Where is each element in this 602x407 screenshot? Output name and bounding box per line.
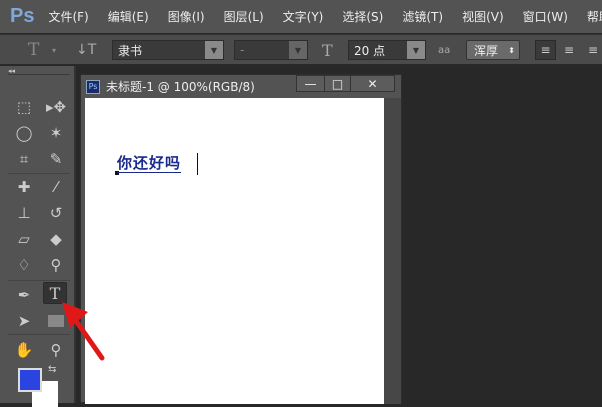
options-bar: T ▾ ↓T 隶书 ▼ - ▼ T 20 点 ▼ aa 浑厚 ⬍ ≡ ≡ ≡ (0, 34, 602, 65)
ps-logo: Ps (10, 5, 35, 27)
hand-tool-icon[interactable]: ✋ (12, 339, 36, 361)
swap-colors-icon[interactable]: ⇆ (48, 364, 56, 375)
text-caret (197, 153, 198, 175)
align-right-button[interactable]: ≡ (584, 40, 602, 60)
menu-bar: Ps 文件(F) 编辑(E) 图像(I) 图层(L) 文字(Y) 选择(S) 滤… (0, 0, 602, 33)
menu-file[interactable]: 文件(F) (48, 8, 88, 25)
ps-doc-icon: Ps (86, 79, 100, 94)
path-selection-icon[interactable]: ➤ (12, 310, 36, 332)
lasso-tool-icon[interactable]: ◯ (12, 122, 36, 144)
text-layer[interactable]: 你还好吗 (117, 155, 182, 173)
menu-view[interactable]: 视图(V) (462, 8, 504, 25)
paint-bucket-icon[interactable]: ◆ (44, 228, 68, 250)
font-size-value: 20 点 (354, 43, 386, 58)
chevron-down-icon[interactable]: ▾ (52, 40, 56, 60)
brush-tool-icon[interactable]: ⁄ (44, 176, 68, 198)
updown-icon: ⬍ (508, 45, 515, 55)
font-size-select[interactable]: 20 点 ▼ (348, 40, 426, 60)
font-family-select[interactable]: 隶书 ▼ (112, 40, 224, 60)
antialias-value: 浑厚 (474, 43, 499, 58)
menu-select[interactable]: 选择(S) (342, 8, 383, 25)
clone-stamp-icon[interactable]: ⊥ (12, 202, 36, 224)
chevron-down-icon: ▼ (407, 41, 425, 59)
document-window: Ps 未标题-1 @ 100%(RGB/8) — □ ✕ 你还好吗 (80, 74, 402, 404)
vertical-scrollbar[interactable] (384, 98, 401, 404)
canvas[interactable]: 你还好吗 (85, 98, 384, 404)
menu-window[interactable]: 窗口(W) (523, 8, 568, 25)
font-style-value: - (240, 43, 245, 57)
document-title: 未标题-1 @ 100%(RGB/8) (106, 80, 255, 94)
menu-type[interactable]: 文字(Y) (283, 8, 324, 25)
text-orientation-icon[interactable]: ↓T (76, 40, 96, 60)
menu-image[interactable]: 图像(I) (168, 8, 205, 25)
menu-layer[interactable]: 图层(L) (224, 8, 264, 25)
blur-tool-icon[interactable]: ♢ (12, 254, 36, 276)
eyedropper-icon[interactable]: ✎ (44, 148, 68, 170)
red-arrow-annotation (62, 302, 105, 361)
foreground-color-swatch[interactable] (18, 368, 42, 392)
marquee-tool-icon[interactable]: ⬚ (12, 96, 36, 118)
menu-filter[interactable]: 滤镜(T) (402, 8, 443, 25)
maximize-button[interactable]: □ (324, 75, 351, 92)
antialias-select[interactable]: 浑厚 ⬍ (466, 40, 520, 60)
align-center-button[interactable]: ≡ (560, 40, 578, 60)
magic-wand-icon[interactable]: ✶ (44, 122, 68, 144)
dodge-tool-icon[interactable]: ⚲ (44, 254, 68, 276)
eraser-icon[interactable]: ▱ (12, 228, 36, 250)
chevron-down-icon: ▼ (205, 41, 223, 59)
align-left-button[interactable]: ≡ (535, 40, 556, 60)
antialias-icon: aa (438, 44, 451, 56)
history-brush-icon[interactable]: ↺ (44, 202, 68, 224)
crop-tool-icon[interactable]: ⌗ (12, 148, 36, 170)
menu-help[interactable]: 帮助(H) (587, 8, 602, 25)
font-family-value: 隶书 (118, 43, 143, 58)
font-style-select[interactable]: - ▼ (234, 40, 308, 60)
menu-edit[interactable]: 编辑(E) (108, 8, 149, 25)
minimize-button[interactable]: — (296, 75, 325, 92)
type-tool-preset-icon[interactable]: T (28, 40, 39, 60)
pen-tool-icon[interactable]: ✒ (12, 284, 36, 306)
healing-brush-icon[interactable]: ✚ (12, 176, 36, 198)
move-tool-icon[interactable]: ▸✥ (44, 96, 68, 118)
chevron-down-icon: ▼ (289, 41, 307, 59)
font-size-icon: T (322, 40, 333, 60)
close-button[interactable]: ✕ (350, 75, 395, 92)
